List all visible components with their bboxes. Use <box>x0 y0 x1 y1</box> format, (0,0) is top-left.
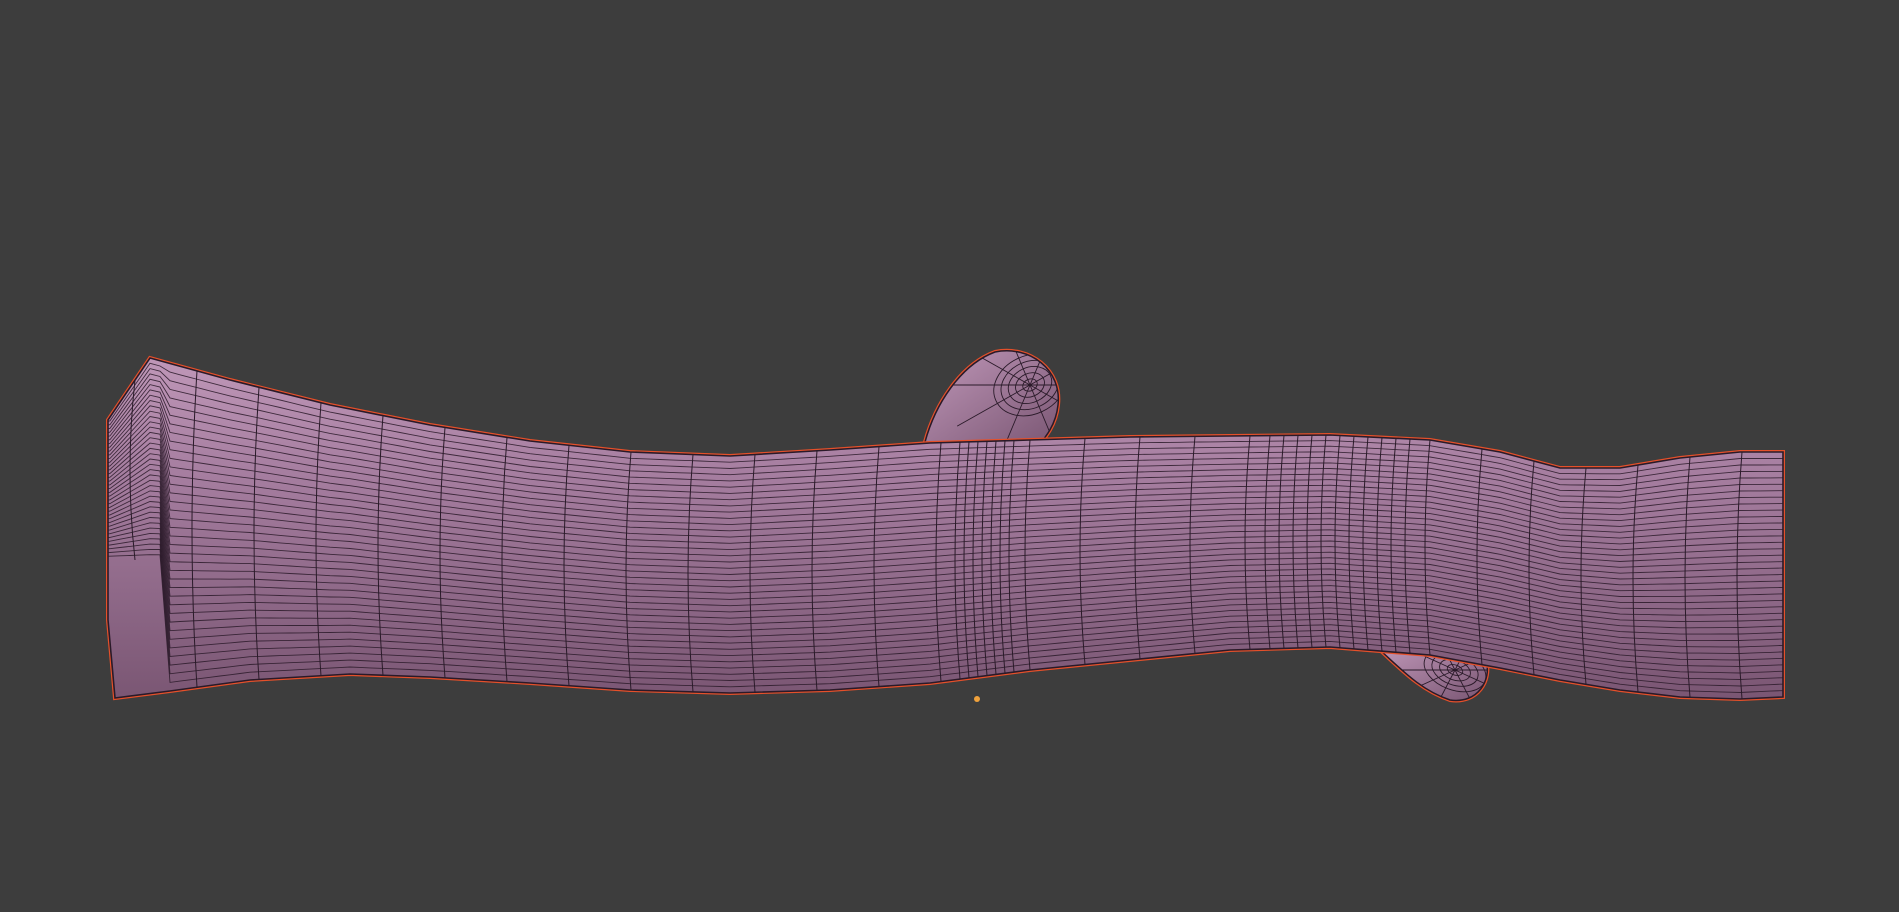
object-origin-dot[interactable] <box>974 696 980 702</box>
viewport-canvas[interactable] <box>0 0 1899 912</box>
3d-viewport[interactable] <box>0 0 1899 912</box>
upper-branch-stub[interactable] <box>922 318 1120 451</box>
